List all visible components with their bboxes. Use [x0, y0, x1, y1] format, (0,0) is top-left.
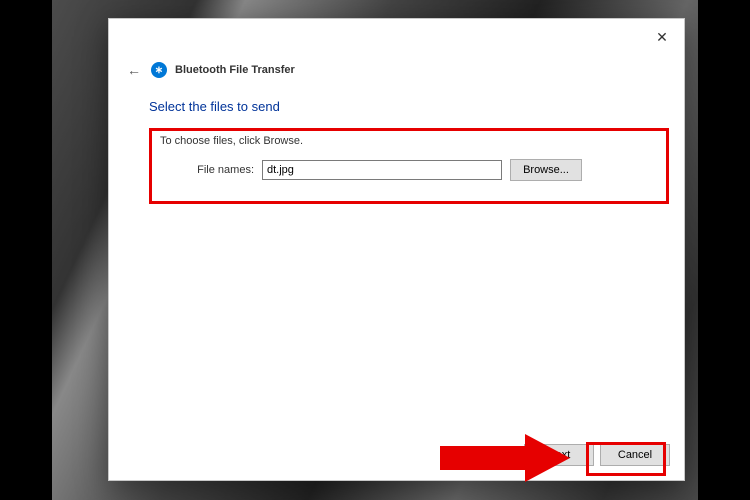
file-names-input[interactable] — [262, 160, 502, 180]
close-button[interactable]: ✕ — [650, 25, 674, 49]
file-names-label: File names: — [192, 164, 254, 176]
page-subtitle: Select the files to send — [149, 99, 280, 114]
bluetooth-icon: ∗ — [151, 62, 167, 78]
file-input-row: File names: Browse... — [160, 159, 658, 181]
next-button[interactable]: Next — [524, 444, 594, 466]
back-button[interactable]: ← — [125, 61, 143, 79]
back-arrow-icon: ← — [127, 62, 141, 78]
dialog-window: ✕ ← ∗ Bluetooth File Transfer Select the… — [108, 18, 685, 481]
letterbox-right — [698, 0, 750, 500]
instruction-text: To choose files, click Browse. — [160, 135, 658, 147]
letterbox-left — [0, 0, 52, 500]
dialog-header: ← ∗ Bluetooth File Transfer — [125, 61, 295, 79]
cancel-button[interactable]: Cancel — [600, 444, 670, 466]
dialog-footer: Next Cancel — [524, 444, 670, 466]
window-title: Bluetooth File Transfer — [175, 64, 295, 76]
browse-button[interactable]: Browse... — [510, 159, 582, 181]
close-icon: ✕ — [656, 29, 668, 46]
highlight-box-file-section: To choose files, click Browse. File name… — [149, 128, 669, 204]
